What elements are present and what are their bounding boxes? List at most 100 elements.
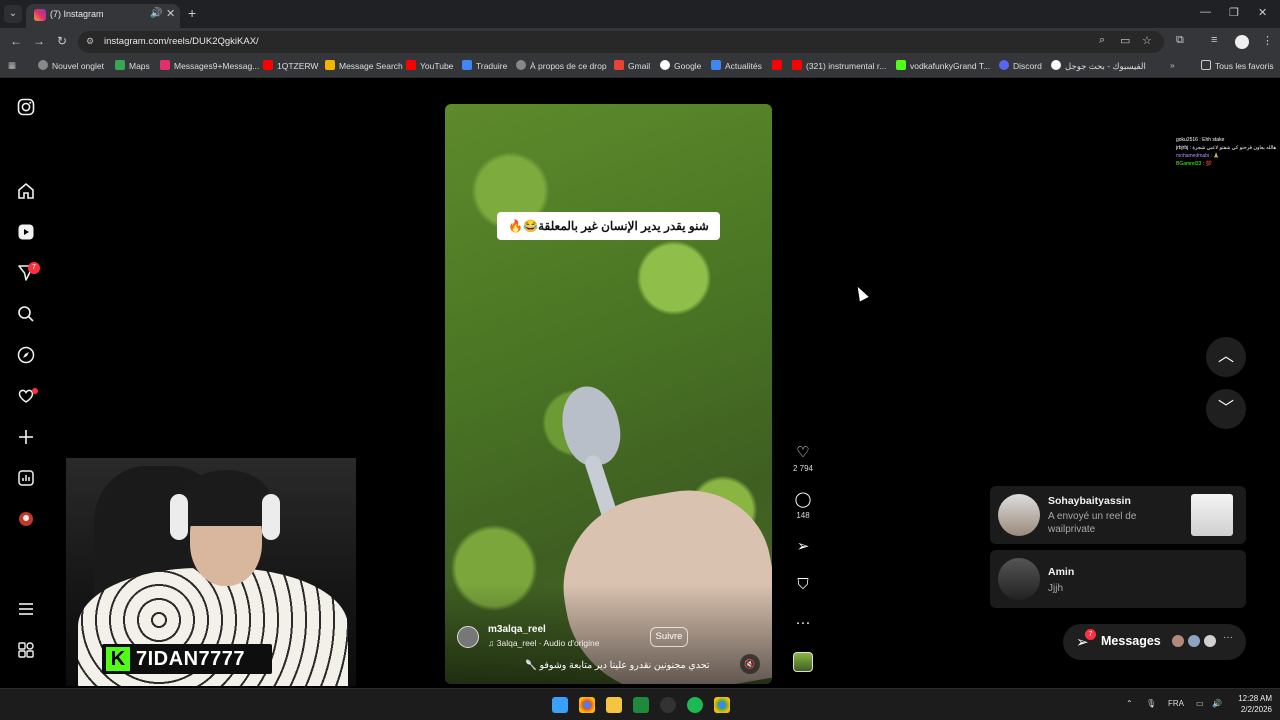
forward-icon[interactable]: →	[33, 34, 45, 48]
search-icon[interactable]	[17, 305, 35, 323]
youtube-icon	[792, 60, 802, 70]
like-button[interactable]: ♡ 2 794	[792, 444, 814, 473]
comment-icon: ◯	[794, 491, 812, 508]
zoom-icon[interactable]: ⌕	[1099, 34, 1105, 47]
apps-grid-icon[interactable]: ▦	[8, 60, 16, 71]
bookmark-item[interactable]: الفيسبوك - بحث جوجل	[1051, 60, 1146, 72]
all-favorites-folder[interactable]: Tous les favoris	[1201, 60, 1274, 71]
tab-search-button[interactable]: ⌄	[4, 5, 22, 23]
tab-title: (7) Instagram	[50, 9, 104, 19]
reel-author-username[interactable]: m3alqa_reel	[488, 624, 546, 635]
chrome-icon[interactable]	[579, 697, 595, 713]
bookmark-item[interactable]: Nouvel onglet	[38, 60, 104, 71]
more-bookmarks-icon[interactable]: »	[1170, 60, 1175, 70]
menu-kebab-icon[interactable]: ⋮	[1262, 34, 1273, 47]
profile-avatar-icon[interactable]	[17, 510, 35, 528]
volume-icon[interactable]: 🔊	[1212, 699, 1222, 708]
more-horizontal-icon: ···	[795, 614, 811, 631]
extensions-icon[interactable]: ⧉	[1176, 34, 1184, 47]
reel-video[interactable]: شنو يقدر يدير الإنسان غير بالمعلقة😂🔥 m3a…	[445, 104, 772, 684]
reel-description[interactable]: تحدي مجنونين نقدرو علينا دير متابعة وشوف…	[525, 660, 710, 671]
bookmark-item[interactable]: Message Search	[325, 60, 403, 71]
media-controls-icon[interactable]: ≡	[1211, 34, 1217, 46]
network-icon[interactable]: ▭	[1196, 699, 1204, 708]
bookmark-label: YouTube	[420, 61, 454, 71]
obs-icon[interactable]	[660, 697, 676, 713]
chat-line: goku2516 : Ehh stake	[1176, 137, 1225, 143]
restore-icon[interactable]: ❐	[1229, 6, 1239, 19]
mute-toggle-icon[interactable]: 🔇	[740, 654, 760, 674]
google-icon	[660, 60, 670, 70]
bookmark-item[interactable]: vodkafunkyGrand T...	[896, 60, 990, 71]
bookmark-icon: ⛉	[797, 576, 809, 593]
bookmark-item[interactable]: YouTube	[406, 60, 453, 71]
chrome-active-icon[interactable]	[714, 697, 730, 713]
windows-start-icon[interactable]	[552, 697, 568, 713]
profile-avatar-icon[interactable]	[1235, 35, 1249, 49]
bookmark-item[interactable]: (321) instrumental r...	[792, 60, 886, 71]
bookmark-label: Traduire	[476, 61, 508, 71]
bookmark-item[interactable]: Traduire	[462, 60, 507, 71]
comment-button[interactable]: ◯ 148	[792, 491, 814, 520]
reload-icon[interactable]: ↻	[57, 34, 67, 48]
media-player-icon[interactable]	[633, 697, 649, 713]
bookmark-item[interactable]: Actualités	[711, 60, 762, 71]
site-info-icon[interactable]: ⚙	[86, 36, 98, 48]
clock-time: 12:28 AM	[1238, 694, 1272, 703]
google-icon	[1051, 60, 1061, 70]
create-plus-icon[interactable]	[17, 428, 35, 446]
minimize-icon[interactable]: —	[1200, 6, 1211, 18]
share-button[interactable]: ➢	[792, 538, 814, 556]
more-menu-icon[interactable]	[17, 600, 35, 618]
maps-icon	[115, 60, 125, 70]
close-window-icon[interactable]: ✕	[1258, 6, 1267, 19]
also-from-meta-icon[interactable]	[17, 641, 35, 659]
show-hidden-icons[interactable]: ⌃	[1126, 699, 1133, 708]
browser-tab-instagram[interactable]: (7) Instagram 🔊 ✕	[26, 4, 180, 28]
bookmark-item[interactable]: 1QTZERW	[263, 60, 318, 71]
bookmark-item[interactable]: Google	[660, 60, 701, 71]
tab-audio-icon[interactable]: 🔊	[150, 8, 162, 19]
address-bar[interactable]: ⚙ instagram.com/reels/DUK2QgkiKAX/	[78, 31, 1164, 53]
bookmark-star-icon[interactable]: ☆	[1142, 34, 1152, 47]
messages-button[interactable]: ➢ 7 Messages ···	[1063, 624, 1246, 660]
cast-icon[interactable]: ▭	[1120, 34, 1130, 47]
next-reel-button[interactable]: ﹀	[1206, 389, 1246, 429]
reel-audio-info[interactable]: ♫ 3alqa_reel · Audio d'origine	[488, 638, 600, 648]
more-options-button[interactable]: ···	[792, 614, 814, 632]
follow-button[interactable]: Suivre	[650, 627, 688, 647]
dashboard-icon[interactable]	[17, 469, 35, 487]
microphone-icon[interactable]: 🎙	[1146, 699, 1156, 708]
bookmark-label: Nouvel onglet	[52, 61, 104, 71]
back-icon[interactable]: ←	[10, 34, 22, 48]
message-notification[interactable]: Sohaybaityassin A envoyé un reel de wail…	[990, 486, 1246, 544]
bookmark-item[interactable]: Gmail	[614, 60, 650, 71]
reels-icon[interactable]	[17, 223, 35, 241]
message-notification[interactable]: Amin Jjjh	[990, 550, 1246, 608]
avatar	[1187, 634, 1201, 648]
new-tab-button[interactable]: +	[188, 5, 196, 21]
explore-icon[interactable]	[17, 346, 35, 364]
bookmark-item[interactable]	[772, 60, 786, 71]
chevron-up-icon: ︿	[1217, 348, 1234, 365]
save-button[interactable]: ⛉	[792, 576, 814, 594]
avatar	[1203, 634, 1217, 648]
previous-reel-button[interactable]: ︿	[1206, 337, 1246, 377]
instagram-logo-icon[interactable]	[17, 98, 35, 116]
heart-icon: ♡	[796, 444, 810, 461]
language-indicator[interactable]: FRA	[1168, 699, 1184, 708]
avatar	[998, 494, 1040, 536]
spotify-icon[interactable]	[687, 697, 703, 713]
system-clock[interactable]: 12:28 AM 2/2/2026	[1228, 693, 1272, 715]
bookmark-item[interactable]: Maps	[115, 60, 150, 71]
bookmark-item[interactable]: Discord	[999, 60, 1042, 71]
reel-author-avatar[interactable]	[457, 626, 479, 648]
tab-close-icon[interactable]: ✕	[166, 7, 175, 20]
home-icon[interactable]	[17, 182, 35, 200]
file-explorer-icon[interactable]	[606, 697, 622, 713]
audio-thumbnail[interactable]	[793, 652, 813, 672]
browser-toolbar: ← → ↻ ⚙ instagram.com/reels/DUK2QgkiKAX/…	[0, 28, 1280, 56]
bookmark-item[interactable]: Messages9+Messag...	[160, 60, 259, 71]
bookmark-item[interactable]: À propos de ce drop	[516, 60, 607, 71]
url-text: instagram.com/reels/DUK2QgkiKAX/	[104, 36, 259, 47]
